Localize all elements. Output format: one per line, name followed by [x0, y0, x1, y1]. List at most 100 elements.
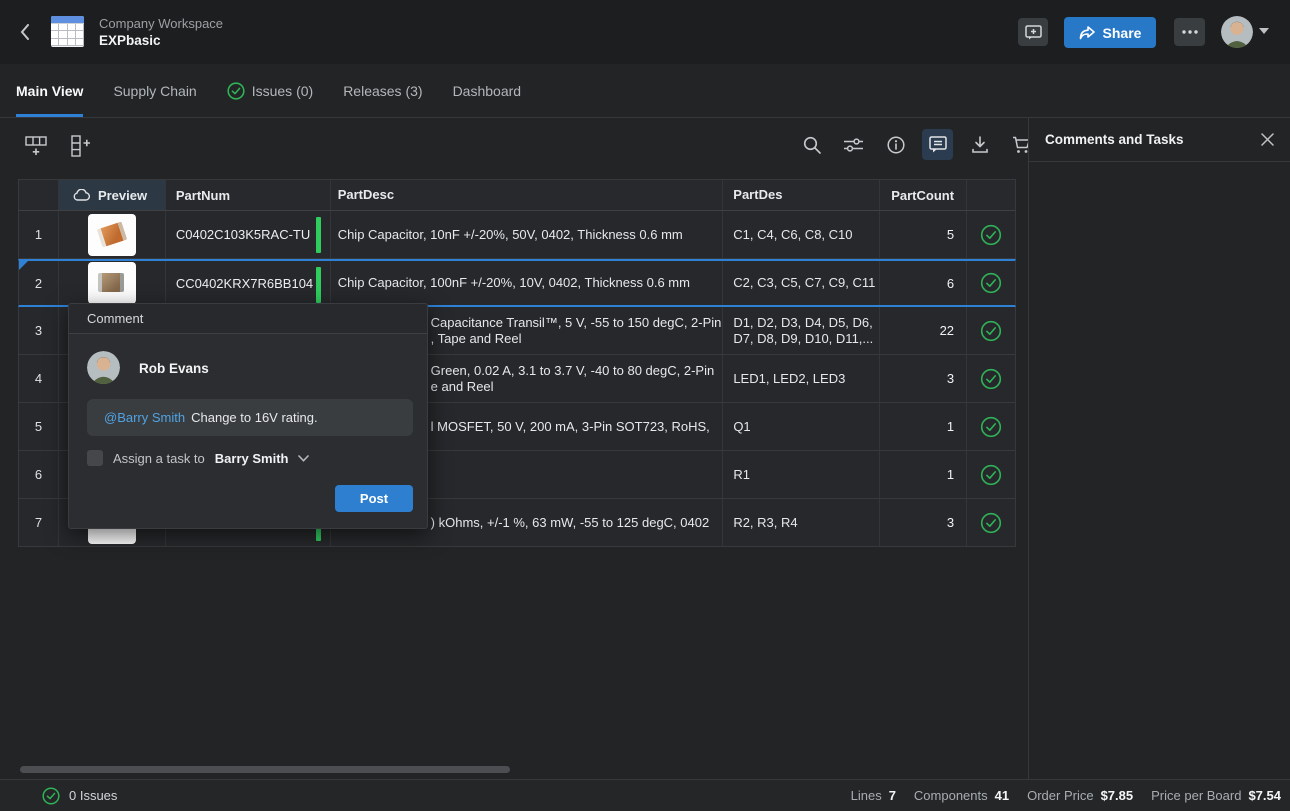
row-number: 2: [19, 261, 59, 305]
partdesc-cell: Chip Capacitor, 10nF +/-20%, 50V, 0402, …: [331, 211, 724, 258]
issues-count-label: 0 Issues: [69, 788, 117, 803]
assign-task-row: Assign a task to Barry Smith: [87, 450, 309, 466]
comments-panel-header: Comments and Tasks: [1029, 118, 1290, 162]
partcount-cell: 1: [880, 451, 967, 498]
status-cell: [967, 211, 1015, 258]
post-button[interactable]: Post: [335, 485, 413, 512]
tab-bar: Main View Supply Chain Issues (0) Releas…: [0, 64, 1290, 118]
status-cell: [967, 355, 1015, 402]
status-cell: [967, 261, 1015, 305]
comments-panel-title: Comments and Tasks: [1045, 132, 1184, 147]
partdes-cell: Q1: [723, 403, 880, 450]
header-partcount[interactable]: PartCount: [880, 180, 967, 210]
partnum-cell: C0402C103K5RAC-TU: [166, 211, 331, 258]
partdes-cell: LED1, LED2, LED3: [723, 355, 880, 402]
header-status: [967, 180, 1015, 210]
partcount-cell: 5: [880, 211, 967, 258]
horizontal-scrollbar-thumb[interactable]: [20, 766, 510, 773]
stat-price-per-board: Price per Board $7.54: [1151, 788, 1281, 803]
ellipsis-icon: [1182, 30, 1198, 34]
comments-button[interactable]: [922, 129, 953, 160]
row-check-icon: [980, 416, 1002, 438]
lifecycle-status-bar: [316, 217, 321, 253]
partdes-cell: C1, C4, C6, C8, C10: [723, 211, 880, 258]
add-row-icon: [25, 136, 47, 156]
comment-author-name: Rob Evans: [139, 361, 209, 376]
partcount-cell: 3: [880, 355, 967, 402]
tab-dashboard[interactable]: Dashboard: [453, 64, 522, 117]
status-cell: [967, 499, 1015, 546]
mention-link[interactable]: @Barry Smith: [104, 410, 185, 425]
app-logo-icon: [51, 16, 84, 47]
document-title: EXPbasic: [99, 33, 161, 48]
header-partdesc[interactable]: PartDesc: [331, 180, 724, 210]
comment-text: Change to 16V rating.: [191, 410, 317, 425]
preview-cell: [59, 261, 166, 305]
issues-check-icon: [227, 82, 245, 100]
part-preview-image[interactable]: [88, 262, 136, 304]
download-icon: [971, 136, 989, 154]
avatar-photo: [1221, 16, 1253, 48]
partdes-cell: R2, R3, R4: [723, 499, 880, 546]
bom-stats: Lines 7 Components 41 Order Price $7.85 …: [851, 788, 1290, 803]
tab-releases[interactable]: Releases (3): [343, 64, 422, 117]
back-button[interactable]: [12, 18, 38, 46]
search-button[interactable]: [796, 129, 827, 160]
more-options-button[interactable]: [1174, 18, 1205, 46]
part-preview-image[interactable]: [88, 214, 136, 256]
toolbar-left: [20, 130, 96, 161]
info-button[interactable]: [880, 129, 911, 160]
table-row-selected[interactable]: 2 CC0402KRX7R6BB104 Chip Capacitor, 100n…: [18, 259, 1016, 307]
cloud-icon: [73, 189, 90, 201]
add-row-button[interactable]: [20, 130, 51, 161]
comment-popup: Comment Rob Evans @Barry Smith Change to…: [68, 303, 428, 529]
partcount-cell: 6: [880, 261, 967, 305]
comment-input[interactable]: @Barry Smith Change to 16V rating.: [87, 399, 413, 436]
header-row-number: [19, 180, 59, 210]
header-partdes[interactable]: PartDes: [723, 180, 880, 210]
row-check-icon: [980, 512, 1002, 534]
stat-components: Components 41: [914, 788, 1009, 803]
comment-bubble-icon: [929, 136, 947, 153]
issues-check-icon: [42, 787, 60, 805]
assignee-chevron-down-icon[interactable]: [298, 455, 309, 462]
status-cell: [967, 451, 1015, 498]
row-check-icon: [980, 368, 1002, 390]
assign-task-checkbox[interactable]: [87, 450, 103, 466]
share-arrow-icon: [1079, 25, 1096, 41]
tab-main-view[interactable]: Main View: [16, 64, 83, 117]
partdes-cell: D1, D2, D3, D4, D5, D6,D7, D8, D9, D10, …: [723, 307, 880, 354]
add-column-button[interactable]: [65, 130, 96, 161]
filter-settings-button[interactable]: [838, 129, 869, 160]
status-bar: 0 Issues Lines 7 Components 41 Order Pri…: [0, 779, 1290, 811]
row-number: 7: [19, 499, 59, 546]
tab-supply-chain[interactable]: Supply Chain: [113, 64, 196, 117]
tab-issues[interactable]: Issues (0): [227, 64, 313, 117]
add-column-icon: [71, 135, 91, 157]
status-cell: [967, 307, 1015, 354]
partdes-cell: R1: [723, 451, 880, 498]
row-number: 5: [19, 403, 59, 450]
assign-task-label: Assign a task to: [113, 451, 205, 466]
row-check-icon: [980, 320, 1002, 342]
row-check-icon: [980, 464, 1002, 486]
close-panel-icon[interactable]: [1261, 133, 1274, 146]
add-comment-button[interactable]: [1018, 18, 1048, 46]
assignee-name[interactable]: Barry Smith: [215, 451, 289, 466]
back-chevron-icon: [20, 24, 30, 40]
avatar-photo: [87, 351, 120, 384]
search-icon: [803, 136, 821, 154]
status-cell: [967, 403, 1015, 450]
table-row[interactable]: 1 C0402C103K5RAC-TU Chip Capacitor, 10nF…: [18, 211, 1016, 259]
issues-summary[interactable]: 0 Issues: [0, 787, 117, 805]
partdes-cell: C2, C3, C5, C7, C9, C11: [723, 261, 880, 305]
user-avatar[interactable]: [1221, 16, 1253, 48]
row-number: 4: [19, 355, 59, 402]
header-preview[interactable]: Preview: [59, 180, 166, 210]
table-header-row: Preview PartNum PartDesc PartDes PartCou…: [18, 179, 1016, 211]
avatar-menu-caret[interactable]: [1259, 28, 1269, 34]
header-partnum[interactable]: PartNum: [166, 180, 331, 210]
share-button[interactable]: Share: [1064, 17, 1156, 48]
row-check-icon: [980, 272, 1002, 294]
download-button[interactable]: [964, 129, 995, 160]
